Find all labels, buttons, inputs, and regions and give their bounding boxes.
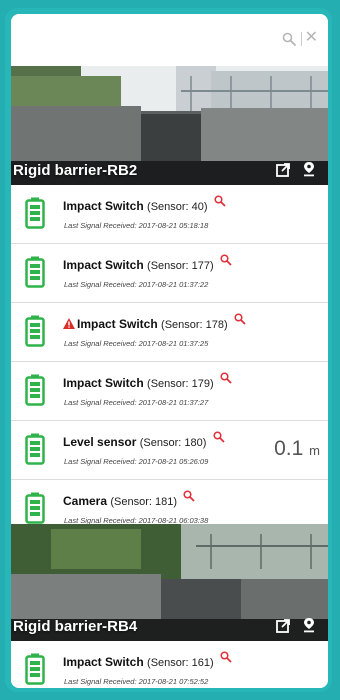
sensor-name: Impact Switch (Sensor: 177) [63,254,232,272]
sensor-type: Impact Switch [63,376,144,390]
sensor-row[interactable]: Impact Switch (Sensor: 177) Last Signal … [11,244,328,303]
warning-icon [63,318,75,329]
battery-icon [25,653,45,685]
sensor-name: Impact Switch (Sensor: 40) [63,195,226,213]
external-link-icon[interactable] [275,618,291,634]
sensor-panel: ✕ Rigid barrier-RB2 Impact Switch (Senso… [11,14,328,688]
site-title: Rigid barrier-RB2 [13,162,138,179]
zoom-icon[interactable] [234,313,246,325]
external-link-icon[interactable] [275,162,291,178]
sensor-id: (Sensor: 177) [147,260,214,272]
sensor-row[interactable]: Level sensor (Sensor: 180) Last Signal R… [11,421,328,480]
last-signal: Last Signal Received: 2017-08-21 01:37:2… [64,398,209,407]
sensor-row[interactable]: Impact Switch (Sensor: 179) Last Signal … [11,362,328,421]
clear-icon[interactable]: ✕ [305,28,318,48]
sensor-name: Impact Switch (Sensor: 179) [63,372,232,390]
last-signal: Last Signal Received: 2017-08-21 05:26:0… [64,457,209,466]
zoom-icon[interactable] [213,431,225,443]
sensor-name: Level sensor (Sensor: 180) [63,431,225,449]
battery-icon [25,256,45,288]
sensor-id: (Sensor: 161) [147,657,214,669]
sensor-name: Camera (Sensor: 181) [63,490,196,508]
zoom-icon[interactable] [220,651,232,663]
site-header-rb4: Rigid barrier-RB4 [11,524,328,641]
app-frame: ✕ Rigid barrier-RB2 Impact Switch (Senso… [5,8,332,692]
zoom-icon[interactable] [220,254,232,266]
zoom-icon[interactable] [214,195,226,207]
sensor-row[interactable]: Impact Switch (Sensor: 178) Last Signal … [11,303,328,362]
last-signal: Last Signal Received: 2017-08-21 05:18:1… [64,221,209,230]
last-signal: Last Signal Received: 2017-08-21 01:37:2… [64,339,209,348]
reading-value: 0.1 [274,437,304,460]
sensor-reading: 0.1 m [274,437,320,461]
sensor-id: (Sensor: 40) [147,201,208,213]
battery-icon [25,374,45,406]
sensor-name: Impact Switch (Sensor: 178) [63,313,246,331]
sensor-type: Level sensor [63,435,137,449]
sensor-id: (Sensor: 181) [110,496,178,508]
sensor-type: Impact Switch [63,655,144,669]
search-divider [301,32,302,46]
sensor-id: (Sensor: 178) [161,319,228,331]
search-input[interactable] [19,28,273,52]
search-bar: ✕ [11,14,328,66]
sensor-type: Impact Switch [63,199,144,213]
battery-icon [25,315,45,347]
sensor-type: Camera [63,494,108,508]
sensor-id: (Sensor: 180) [139,437,207,449]
last-signal: Last Signal Received: 2017-08-21 01:37:2… [64,280,209,289]
site-header-rb2: Rigid barrier-RB2 [11,66,328,185]
sensor-id: (Sensor: 179) [147,378,214,390]
battery-icon [25,433,45,465]
battery-icon [25,492,45,524]
map-pin-icon[interactable] [301,617,317,633]
sensor-type: Impact Switch [77,317,158,331]
site-title: Rigid barrier-RB4 [13,618,138,635]
battery-icon [25,197,45,229]
sensor-row[interactable]: Impact Switch (Sensor: 40) Last Signal R… [11,185,328,244]
sensor-type: Impact Switch [63,258,144,272]
sensor-name: Impact Switch (Sensor: 161) [63,651,232,669]
search-icon[interactable] [282,32,296,46]
zoom-icon[interactable] [220,372,232,384]
last-signal: Last Signal Received: 2017-08-21 07:52:5… [64,677,209,686]
zoom-icon[interactable] [183,490,196,502]
sensor-row[interactable]: Impact Switch (Sensor: 161) Last Signal … [11,641,328,688]
map-pin-icon[interactable] [301,161,317,177]
reading-unit: m [309,443,320,458]
